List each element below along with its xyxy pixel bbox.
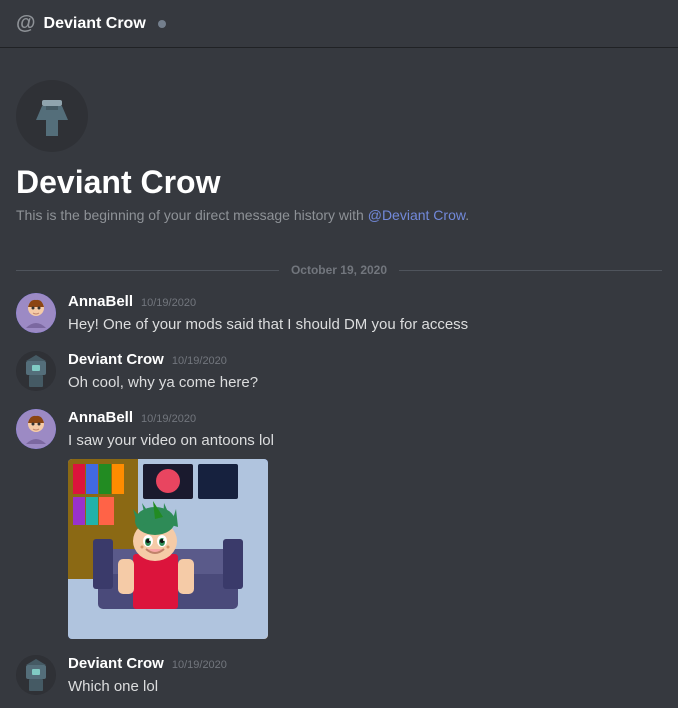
message-image xyxy=(68,459,268,639)
message-content: AnnaBell 10/19/2020 Hey! One of your mod… xyxy=(68,293,662,335)
message-header: Deviant Crow 10/19/2020 xyxy=(68,655,662,672)
profile-avatar-large xyxy=(16,80,88,152)
message-group: Deviant Crow 10/19/2020 Which one lol xyxy=(16,655,662,697)
message-timestamp: 10/19/2020 xyxy=(172,659,227,671)
message-author: AnnaBell xyxy=(68,409,133,426)
message-content: AnnaBell 10/19/2020 I saw your video on … xyxy=(68,409,662,639)
profile-mention: @Deviant Crow xyxy=(368,207,465,223)
profile-username: Deviant Crow xyxy=(16,164,662,201)
profile-description: This is the beginning of your direct mes… xyxy=(16,207,662,223)
message-text: Hey! One of your mods said that I should… xyxy=(68,314,662,335)
message-timestamp: 10/19/2020 xyxy=(172,355,227,367)
deviantcrow-avatar-icon xyxy=(16,351,56,391)
message-header: AnnaBell 10/19/2020 xyxy=(68,293,662,310)
message-content: Deviant Crow 10/19/2020 Which one lol xyxy=(68,655,662,697)
message-text: Oh cool, why ya come here? xyxy=(68,372,662,393)
message-text: Which one lol xyxy=(68,676,662,697)
profile-header: Deviant Crow This is the beginning of yo… xyxy=(16,64,662,247)
message-timestamp: 10/19/2020 xyxy=(141,297,196,309)
message-group: AnnaBell 10/19/2020 Hey! One of your mod… xyxy=(16,293,662,335)
profile-avatar-icon xyxy=(28,92,76,140)
message-author: Deviant Crow xyxy=(68,655,164,672)
status-dot xyxy=(158,20,166,28)
profile-desc-text: This is the beginning of your direct mes… xyxy=(16,207,368,223)
message-image-inner xyxy=(68,459,268,639)
date-separator: October 19, 2020 xyxy=(16,263,662,277)
avatar xyxy=(16,409,56,449)
dm-at-icon: @ xyxy=(16,12,36,35)
message-text: I saw your video on antoons lol xyxy=(68,430,662,451)
message-header: AnnaBell 10/19/2020 xyxy=(68,409,662,426)
profile-desc-end: . xyxy=(465,207,469,223)
title-bar-username: Deviant Crow xyxy=(44,15,146,33)
date-separator-text: October 19, 2020 xyxy=(279,263,399,277)
annabell-avatar-icon xyxy=(16,293,56,333)
message-group: Deviant Crow 10/19/2020 Oh cool, why ya … xyxy=(16,351,662,393)
message-author: AnnaBell xyxy=(68,293,133,310)
message-header: Deviant Crow 10/19/2020 xyxy=(68,351,662,368)
message-group: AnnaBell 10/19/2020 I saw your video on … xyxy=(16,409,662,639)
deviantcrow-avatar-icon xyxy=(16,655,56,695)
message-author: Deviant Crow xyxy=(68,351,164,368)
annabell-avatar-icon xyxy=(16,409,56,449)
attachment-image-svg xyxy=(68,459,268,639)
avatar xyxy=(16,655,56,695)
avatar xyxy=(16,351,56,391)
title-bar: @ Deviant Crow xyxy=(0,0,678,48)
message-timestamp: 10/19/2020 xyxy=(141,413,196,425)
main-content: Deviant Crow This is the beginning of yo… xyxy=(0,48,678,708)
avatar xyxy=(16,293,56,333)
message-content: Deviant Crow 10/19/2020 Oh cool, why ya … xyxy=(68,351,662,393)
